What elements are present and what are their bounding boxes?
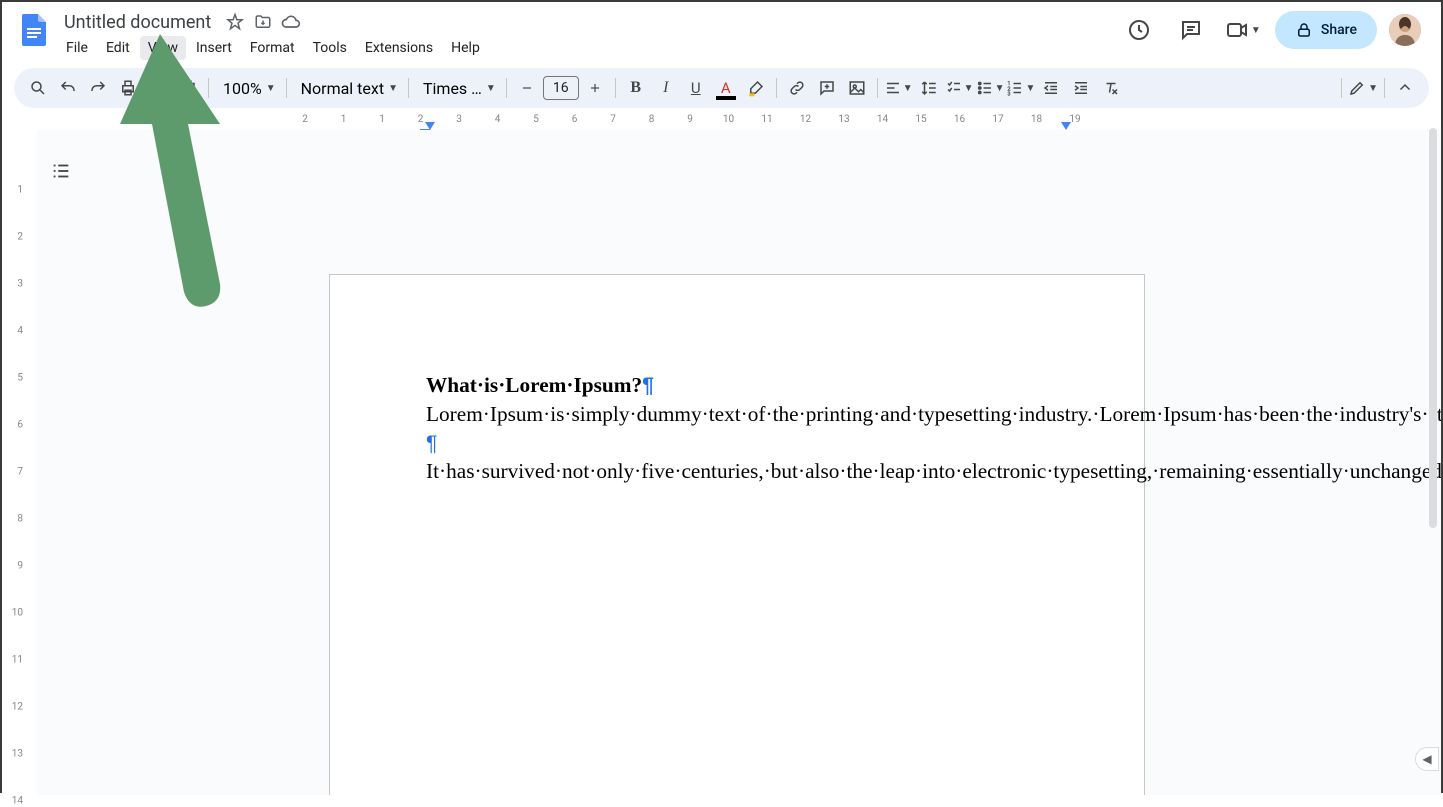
add-comment-icon[interactable]: [813, 74, 841, 102]
italic-icon[interactable]: I: [652, 74, 680, 102]
history-icon[interactable]: [1119, 10, 1159, 50]
header-right: ▼ Share: [1119, 10, 1429, 50]
search-menus-icon[interactable]: [24, 74, 52, 102]
meet-icon[interactable]: ▼: [1223, 10, 1263, 50]
vertical-ruler[interactable]: 1234567891011121314: [2, 130, 37, 795]
share-label: Share: [1321, 22, 1357, 38]
document-page[interactable]: What·is·Lorem·Ipsum?¶Lorem·Ipsum·is·simp…: [329, 274, 1145, 795]
redo-icon[interactable]: [84, 74, 112, 102]
menu-bar: File Edit View Insert Format Tools Exten…: [58, 36, 1119, 60]
collapse-toolbar-icon[interactable]: [1391, 74, 1419, 102]
decrease-indent-icon[interactable]: [1037, 74, 1065, 102]
toolbar: 100%▼ Normal text▼ Times …▼ 16 B I U A ▼…: [14, 68, 1429, 108]
document-title[interactable]: Untitled document: [58, 10, 217, 35]
star-icon[interactable]: [225, 12, 245, 32]
document-body[interactable]: What·is·Lorem·Ipsum?¶Lorem·Ipsum·is·simp…: [426, 371, 1048, 486]
menu-tools[interactable]: Tools: [305, 36, 355, 60]
decrease-font-size-button[interactable]: [513, 74, 541, 102]
editing-mode-dropdown[interactable]: ▼: [1348, 74, 1378, 102]
comments-icon[interactable]: [1171, 10, 1211, 50]
highlight-color-icon[interactable]: [742, 74, 770, 102]
menu-file[interactable]: File: [58, 36, 96, 60]
share-button[interactable]: Share: [1275, 11, 1377, 49]
toolbar-separator: [506, 78, 507, 98]
scrollbar-thumb[interactable]: [1429, 128, 1437, 528]
toolbar-separator: [208, 78, 209, 98]
document-canvas[interactable]: What·is·Lorem·Ipsum?¶Lorem·Ipsum·is·simp…: [37, 130, 1441, 795]
menu-edit[interactable]: Edit: [98, 36, 138, 60]
undo-icon[interactable]: [54, 74, 82, 102]
app-header: Untitled document File Edit View Insert …: [2, 2, 1441, 62]
toolbar-separator: [1384, 78, 1385, 98]
toolbar-separator: [877, 78, 878, 98]
increase-indent-icon[interactable]: [1067, 74, 1095, 102]
paint-format-icon[interactable]: [174, 74, 202, 102]
paragraph-style-dropdown[interactable]: Normal text▼: [293, 79, 402, 98]
align-dropdown[interactable]: ▼: [884, 74, 913, 102]
show-outline-button[interactable]: [46, 156, 76, 186]
toolbar-separator: [286, 78, 287, 98]
menu-extensions[interactable]: Extensions: [357, 36, 441, 60]
horizontal-ruler[interactable]: 2112345678910111213141516171819: [2, 114, 1441, 130]
spellcheck-icon[interactable]: [144, 74, 172, 102]
user-avatar[interactable]: [1389, 14, 1421, 46]
toolbar-separator: [776, 78, 777, 98]
toolbar-separator: [615, 78, 616, 98]
svg-text:3: 3: [1008, 92, 1011, 98]
move-icon[interactable]: [253, 12, 273, 32]
vertical-scrollbar[interactable]: [1427, 124, 1439, 771]
menu-insert[interactable]: Insert: [188, 36, 240, 60]
line-spacing-icon[interactable]: [915, 74, 943, 102]
checklist-icon[interactable]: ▼: [945, 74, 974, 102]
title-area: Untitled document File Edit View Insert …: [58, 10, 1119, 60]
underline-icon[interactable]: U: [682, 74, 710, 102]
text-color-icon[interactable]: A: [712, 74, 740, 102]
print-icon[interactable]: [114, 74, 142, 102]
toolbar-separator: [408, 78, 409, 98]
bulleted-list-icon[interactable]: ▼: [976, 74, 1005, 102]
insert-image-icon[interactable]: [843, 74, 871, 102]
increase-font-size-button[interactable]: [581, 74, 609, 102]
cloud-status-icon[interactable]: [281, 12, 301, 32]
font-size-input[interactable]: 16: [543, 76, 579, 100]
insert-link-icon[interactable]: [783, 74, 811, 102]
menu-help[interactable]: Help: [443, 36, 488, 60]
menu-view[interactable]: View: [140, 36, 186, 60]
zoom-dropdown[interactable]: 100%▼: [215, 79, 280, 98]
bold-icon[interactable]: B: [622, 74, 650, 102]
clear-formatting-icon[interactable]: [1097, 74, 1125, 102]
side-panel-toggle[interactable]: ◀: [1415, 747, 1439, 771]
menu-format[interactable]: Format: [242, 36, 303, 60]
font-family-dropdown[interactable]: Times …▼: [415, 79, 500, 98]
docs-logo-icon[interactable]: [14, 10, 54, 50]
toolbar-separator: [1341, 78, 1342, 98]
left-indent-marker[interactable]: [425, 122, 435, 130]
numbered-list-icon[interactable]: 123▼: [1006, 74, 1035, 102]
